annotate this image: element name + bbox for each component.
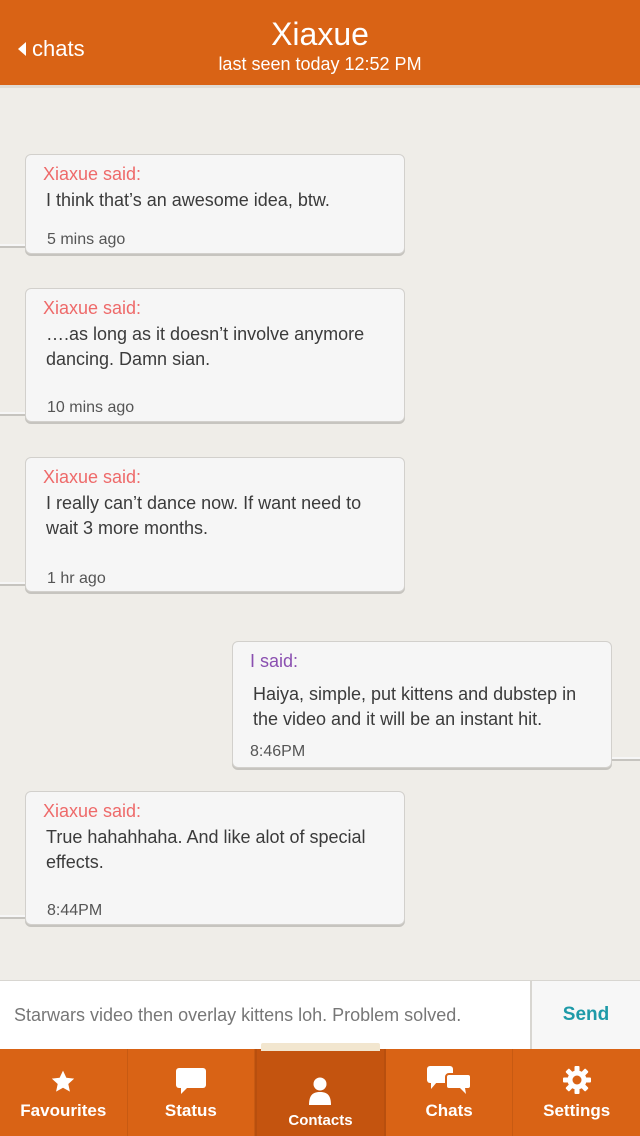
contact-name: Xiaxue <box>271 16 369 52</box>
tab-chats[interactable]: Chats <box>386 1049 514 1136</box>
message-time: 5 mins ago <box>47 231 126 248</box>
tab-label: Settings <box>543 1101 611 1120</box>
tab-label: Status <box>164 1101 217 1120</box>
message-text: Haiya, simple, put kittens and dubstep i… <box>253 684 577 729</box>
message-bubble-incoming: Xiaxue said: I really can’t dance now. I… <box>25 457 405 592</box>
message-time: 10 mins ago <box>47 399 135 416</box>
speech-bubble-icon <box>175 1067 207 1095</box>
person-icon <box>308 1076 332 1106</box>
message-sender: Xiaxue said: <box>43 467 142 487</box>
last-seen-status: last seen today 12:52 PM <box>218 54 422 74</box>
message-sender: I said: <box>250 651 299 671</box>
message-text: I think that’s an awesome idea, btw. <box>46 190 330 210</box>
message-input[interactable] <box>0 981 530 1049</box>
chat-bubbles-icon <box>426 1065 473 1095</box>
message-text: ….as long as it doesn’t involve anymore … <box>46 324 365 369</box>
message-text: I really can’t dance now. If want need t… <box>46 493 362 538</box>
message-bubble-incoming: Xiaxue said: ….as long as it doesn’t inv… <box>25 288 405 422</box>
tab-bar: Favourites Status Contacts Chats Setting… <box>0 1043 640 1136</box>
tab-favourites[interactable]: Favourites <box>0 1049 128 1136</box>
message-sender: Xiaxue said: <box>43 801 142 821</box>
active-tab-indicator <box>261 1043 380 1051</box>
send-button[interactable]: Send <box>532 981 640 1049</box>
contact-info: Xiaxue last seen today 12:52 PM <box>0 14 640 74</box>
message-time: 1 hr ago <box>47 570 106 587</box>
star-icon <box>50 1069 76 1095</box>
tab-contacts[interactable]: Contacts <box>255 1043 386 1136</box>
gear-icon <box>562 1065 592 1095</box>
message-bubble-incoming: Xiaxue said: True hahahhaha. And like al… <box>25 791 405 925</box>
tab-status[interactable]: Status <box>128 1049 256 1136</box>
message-sender: Xiaxue said: <box>43 164 142 184</box>
message-bubble-incoming: Xiaxue said: I think that’s an awesome i… <box>25 154 405 254</box>
message-sender: Xiaxue said: <box>43 298 142 318</box>
tab-label: Contacts <box>288 1112 353 1129</box>
chat-header: chats Xiaxue last seen today 12:52 PM <box>0 0 640 88</box>
message-time: 8:46PM <box>250 743 306 760</box>
compose-bar: Send <box>0 980 640 1049</box>
tab-label: Favourites <box>20 1101 107 1120</box>
tab-settings[interactable]: Settings <box>513 1049 640 1136</box>
message-bubble-outgoing: I said: Haiya, simple, put kittens and d… <box>232 641 612 768</box>
tab-label: Chats <box>425 1101 473 1120</box>
bubble-tail <box>608 757 640 761</box>
message-text: True hahahhaha. And like alot of special… <box>46 827 366 872</box>
message-time: 8:44PM <box>47 902 103 919</box>
